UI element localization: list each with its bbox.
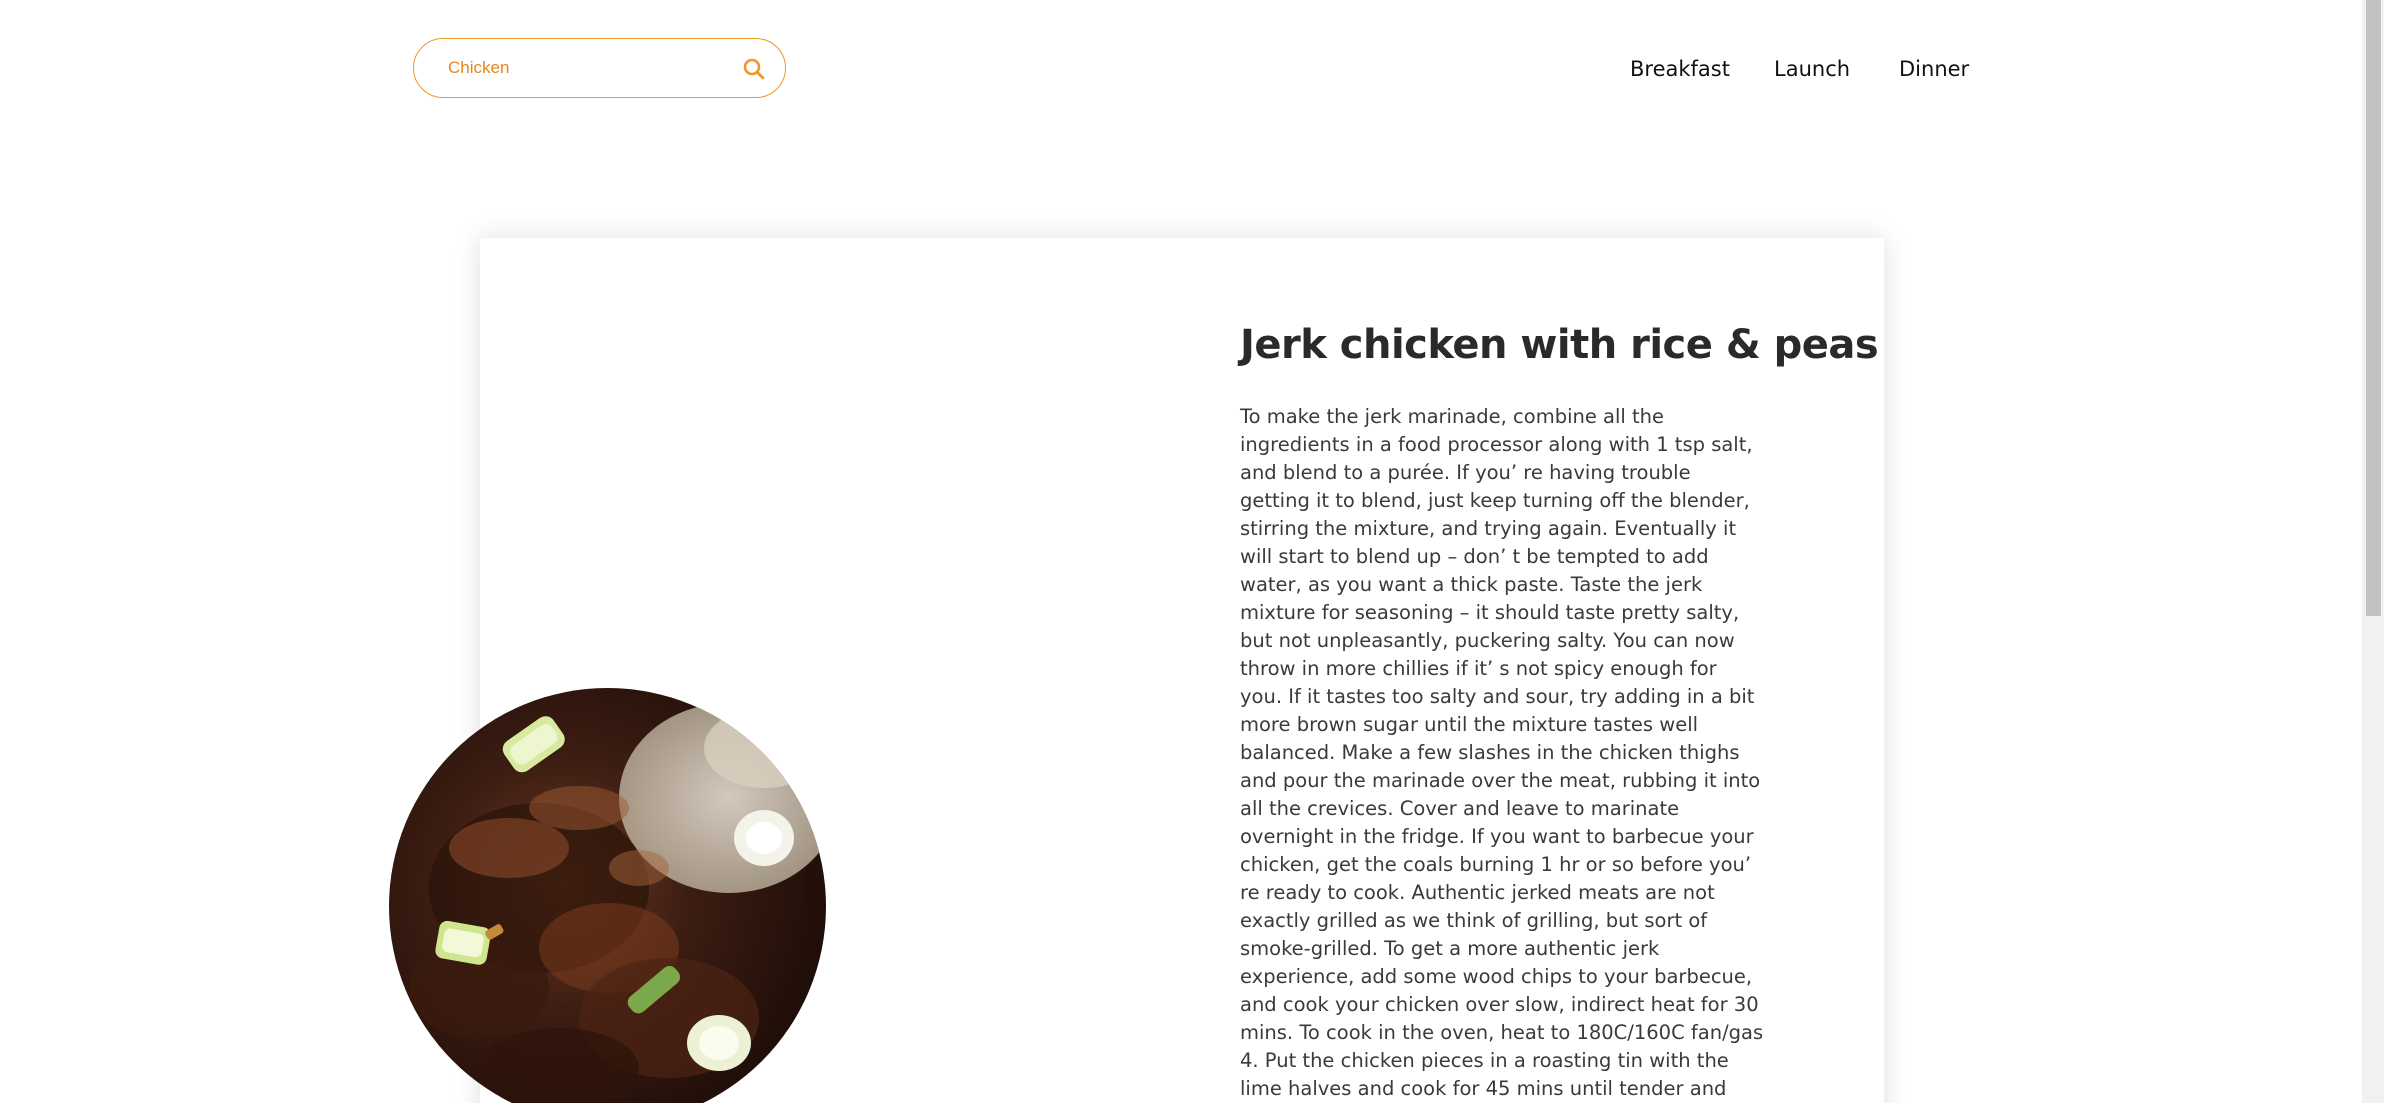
search-box[interactable] <box>413 38 786 98</box>
nav-item-dinner[interactable]: Dinner <box>1899 55 1969 83</box>
page: Breakfast Launch Dinner Jerk chicken wit… <box>0 0 2384 1103</box>
dish-image <box>389 688 826 1103</box>
nav-item-breakfast[interactable]: Breakfast <box>1630 55 1730 83</box>
search-icon[interactable] <box>741 56 767 82</box>
recipe-title: Jerk chicken with rice & peas <box>1240 322 1879 368</box>
nav-item-launch[interactable]: Launch <box>1774 55 1850 83</box>
scrollbar-thumb[interactable] <box>2366 0 2381 616</box>
search-input[interactable] <box>448 53 708 83</box>
recipe-description: To make the jerk marinade, combine all t… <box>1240 405 1764 1100</box>
jerk-chicken-photo <box>389 688 826 1103</box>
